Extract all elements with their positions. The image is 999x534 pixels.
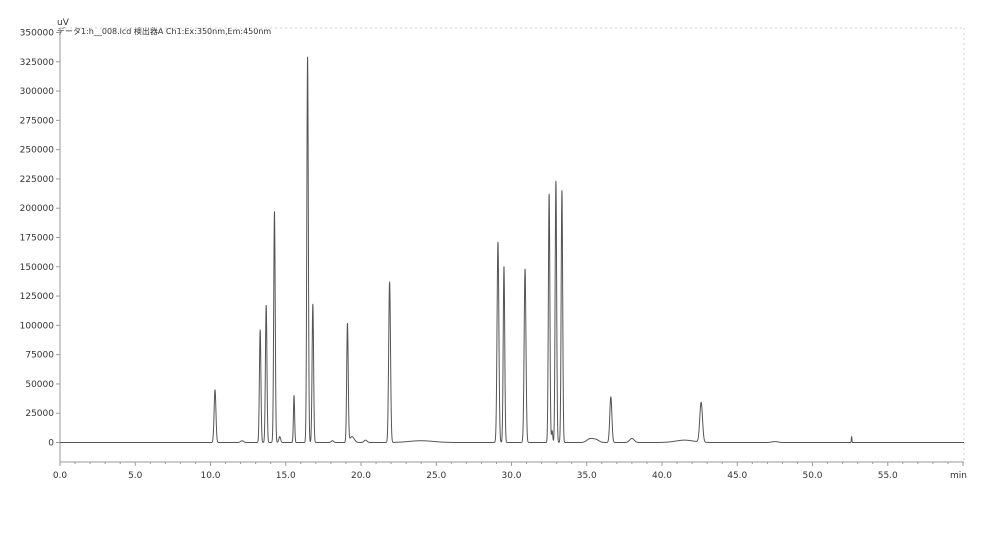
x-tick-label: 20.0 xyxy=(351,471,371,481)
y-tick-label: 325000 xyxy=(20,58,55,68)
x-tick-label: 50.0 xyxy=(802,471,822,481)
x-tick-label: 45.0 xyxy=(727,471,747,481)
y-tick-label: 250000 xyxy=(20,146,55,156)
y-tick-label: 100000 xyxy=(20,321,55,331)
chart-title: データ1:h__008.lcd 検出器A Ch1:Ex:350nm,Em:450… xyxy=(57,26,271,36)
y-tick-label: 175000 xyxy=(20,234,55,244)
chromatogram-chart: uV データ1:h__008.lcd 検出器A Ch1:Ex:350nm,Em:… xyxy=(20,18,967,481)
x-tick-label: 55.0 xyxy=(878,471,898,481)
y-tick-label: 225000 xyxy=(20,175,55,185)
chromatogram-trace xyxy=(59,56,965,443)
y-tick-label: 0 xyxy=(48,439,54,449)
y-tick-label: 50000 xyxy=(25,380,54,390)
x-tick-group: 0.0 5.0 10.0 15.0 20.0 25.0 30.0 35.0 40.0 45.0 50… xyxy=(53,462,964,481)
x-tick-label: 0.0 xyxy=(53,471,68,481)
y-tick-label: 25000 xyxy=(25,409,54,419)
x-tick-label: 35.0 xyxy=(577,471,597,481)
y-tick-label: 200000 xyxy=(20,204,55,214)
x-tick-label: 40.0 xyxy=(652,471,672,481)
x-tick-label: 30.0 xyxy=(501,471,521,481)
x-unit-label: min xyxy=(950,471,967,481)
x-tick-label: 5.0 xyxy=(128,471,143,481)
y-tick-label: 275000 xyxy=(20,116,55,126)
y-tick-label: 150000 xyxy=(20,263,55,273)
x-tick-label: 15.0 xyxy=(276,471,296,481)
x-tick-label: 25.0 xyxy=(426,471,446,481)
y-tick-group: 0 25000 50000 75000 100000 125000 150000 175000… xyxy=(20,29,60,449)
y-tick-label: 350000 xyxy=(20,29,55,39)
x-tick-label: 10.0 xyxy=(200,471,220,481)
y-tick-label: 300000 xyxy=(20,87,55,97)
y-tick-label: 75000 xyxy=(25,351,54,361)
y-tick-label: 125000 xyxy=(20,292,55,302)
